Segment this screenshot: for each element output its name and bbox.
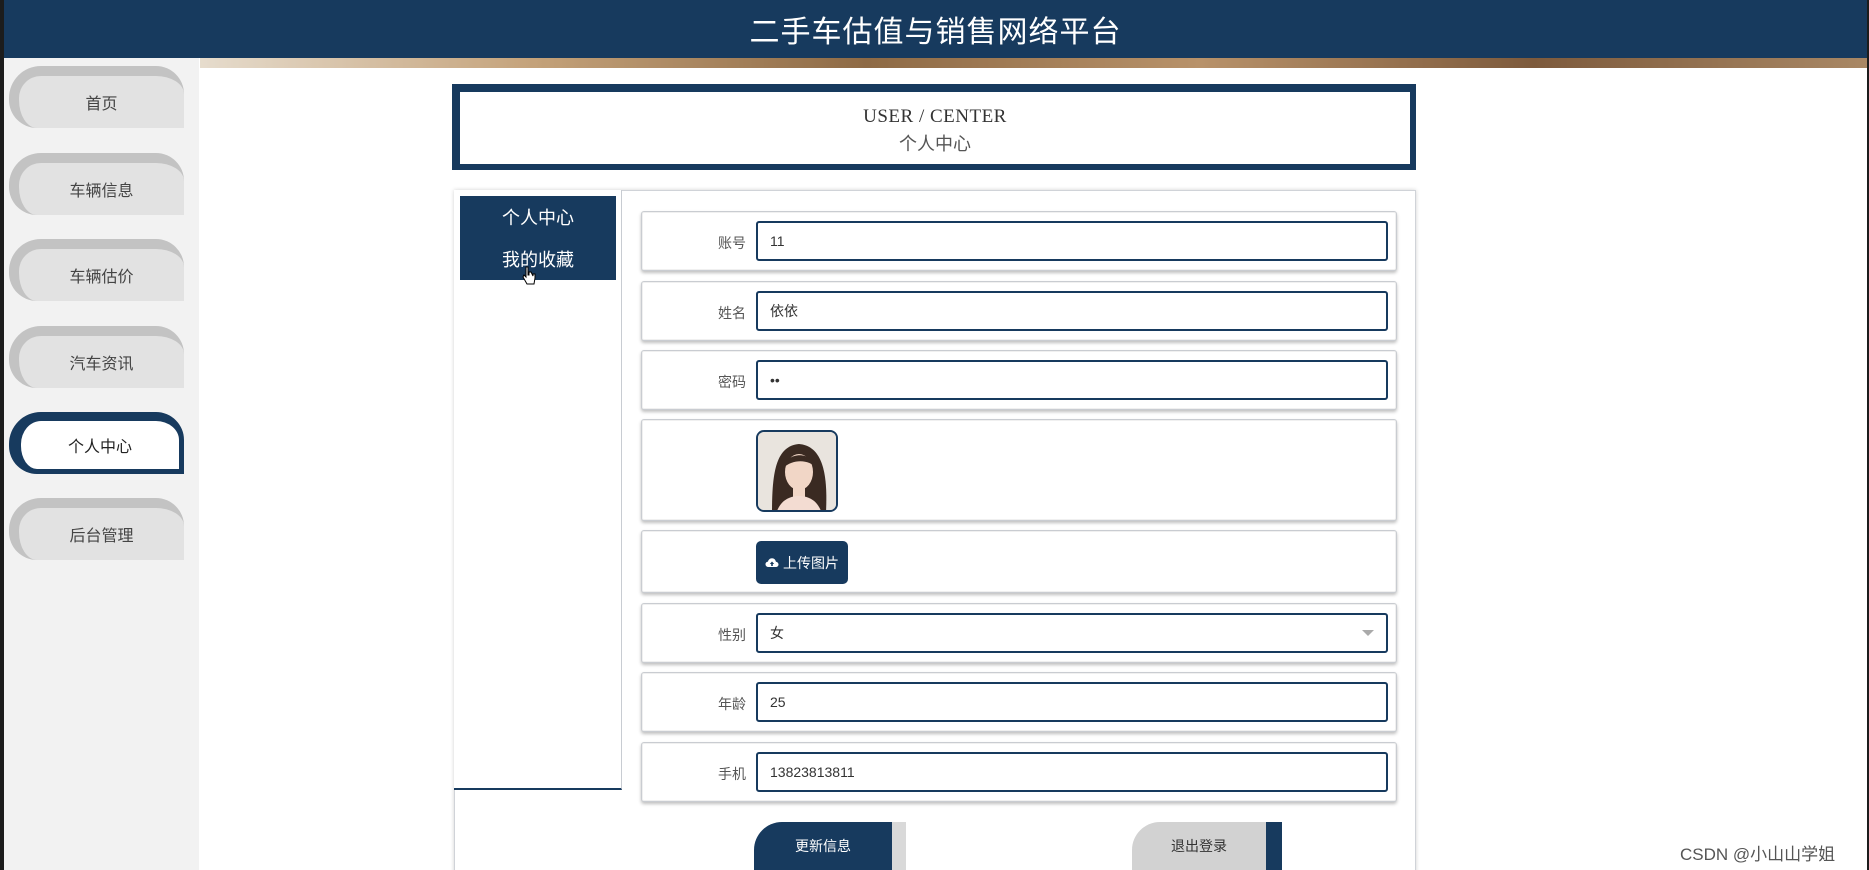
watermark: CSDN @小山山学姐 xyxy=(1680,845,1836,864)
tab-my-favorites[interactable]: 我的收藏 xyxy=(460,238,616,280)
nav-item-car-news[interactable]: 汽车资讯 xyxy=(9,326,184,388)
avatar-row xyxy=(641,419,1397,521)
upload-image-label: 上传图片 xyxy=(783,555,839,572)
account-label: 账号 xyxy=(718,236,746,252)
nav-item-label: 车辆估价 xyxy=(69,267,134,286)
account-row: 账号 11 xyxy=(641,211,1397,271)
hand-cursor-icon xyxy=(522,266,536,285)
phone-label: 手机 xyxy=(718,767,746,783)
nav-item-label: 后台管理 xyxy=(69,526,134,545)
name-input[interactable]: 依依 xyxy=(756,291,1388,331)
nav-item-label: 首页 xyxy=(85,94,118,113)
avatar xyxy=(756,430,838,512)
update-info-button[interactable]: 更新信息 xyxy=(754,822,906,870)
age-row: 年龄 25 xyxy=(641,672,1397,732)
gender-row: 性别 女 xyxy=(641,603,1397,663)
tab-label: 我的收藏 xyxy=(502,250,574,271)
phone-row: 手机 13823813811 xyxy=(641,742,1397,802)
site-title: 二手车估值与销售网络平台 xyxy=(749,15,1122,50)
page-title-box: USER / CENTER 个人中心 xyxy=(452,84,1416,170)
nav-item-user-center[interactable]: 个人中心 xyxy=(9,412,184,474)
age-label: 年龄 xyxy=(718,697,746,713)
site-header: 二手车估值与销售网络平台 xyxy=(4,0,1867,58)
update-info-label: 更新信息 xyxy=(795,839,851,855)
password-label: 密码 xyxy=(718,375,746,391)
nav-item-home[interactable]: 首页 xyxy=(9,66,184,128)
page-title-cn: 个人中心 xyxy=(899,134,971,154)
nav-item-label: 汽车资讯 xyxy=(69,354,134,373)
gender-select[interactable]: 女 xyxy=(756,613,1388,653)
header-banner-strip xyxy=(200,58,1867,68)
name-row: 姓名 依依 xyxy=(641,281,1397,341)
nav-item-vehicle-info[interactable]: 车辆信息 xyxy=(9,153,184,215)
password-input[interactable]: •• xyxy=(756,360,1388,400)
nav-item-vehicle-valuation[interactable]: 车辆估价 xyxy=(9,239,184,301)
gender-selected-value: 女 xyxy=(770,625,784,641)
password-row: 密码 •• xyxy=(641,350,1397,410)
user-center-tabs: 个人中心 我的收藏 xyxy=(454,190,622,790)
tab-user-center[interactable]: 个人中心 xyxy=(460,196,616,238)
chevron-down-icon xyxy=(1362,630,1374,636)
phone-input[interactable]: 13823813811 xyxy=(756,752,1388,792)
nav-item-label: 车辆信息 xyxy=(69,181,134,200)
avatar-photo xyxy=(758,432,836,510)
name-label: 姓名 xyxy=(718,306,746,322)
cloud-upload-icon xyxy=(765,557,779,567)
upload-row: 上传图片 xyxy=(641,530,1397,593)
nav-item-label: 个人中心 xyxy=(67,437,132,456)
gender-label: 性别 xyxy=(718,628,746,644)
nav-item-admin[interactable]: 后台管理 xyxy=(9,498,184,560)
logout-button[interactable]: 退出登录 xyxy=(1132,822,1282,870)
page-title-en: USER / CENTER xyxy=(863,106,1007,127)
age-input[interactable]: 25 xyxy=(756,682,1388,722)
account-input[interactable]: 11 xyxy=(756,221,1388,261)
tab-label: 个人中心 xyxy=(502,208,574,229)
upload-image-button[interactable]: 上传图片 xyxy=(756,541,848,584)
logout-label: 退出登录 xyxy=(1171,839,1227,855)
